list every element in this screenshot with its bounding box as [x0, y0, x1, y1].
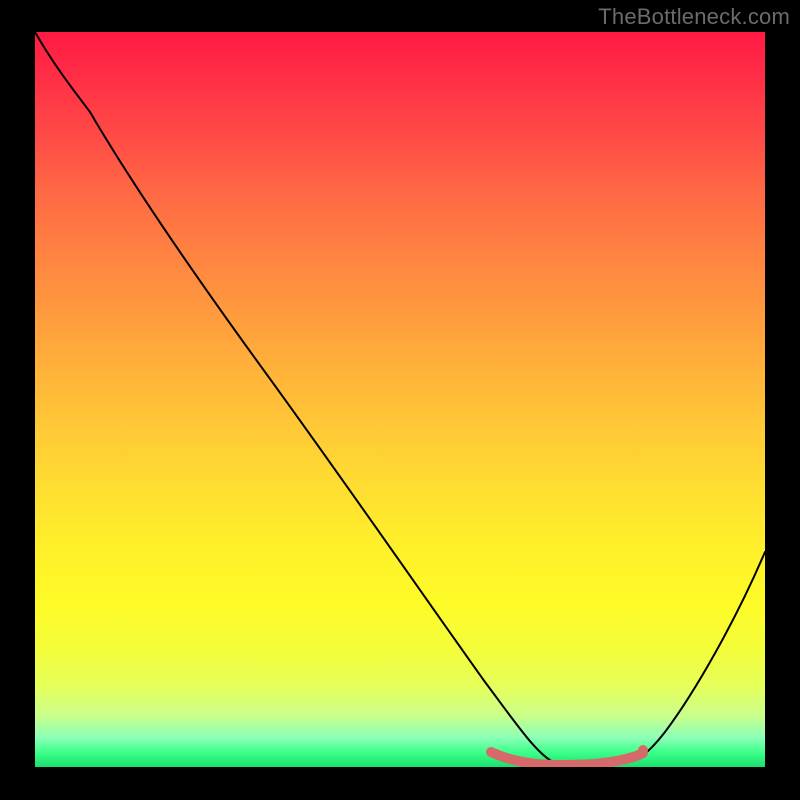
optimal-range-endpoint: [638, 745, 648, 755]
chart-plot-area: [35, 32, 765, 767]
optimal-range-highlight: [491, 752, 643, 765]
watermark-text: TheBottleneck.com: [598, 4, 790, 30]
chart-curve-layer: [35, 32, 765, 767]
chart-frame: TheBottleneck.com: [0, 0, 800, 800]
bottleneck-curve: [35, 32, 765, 764]
